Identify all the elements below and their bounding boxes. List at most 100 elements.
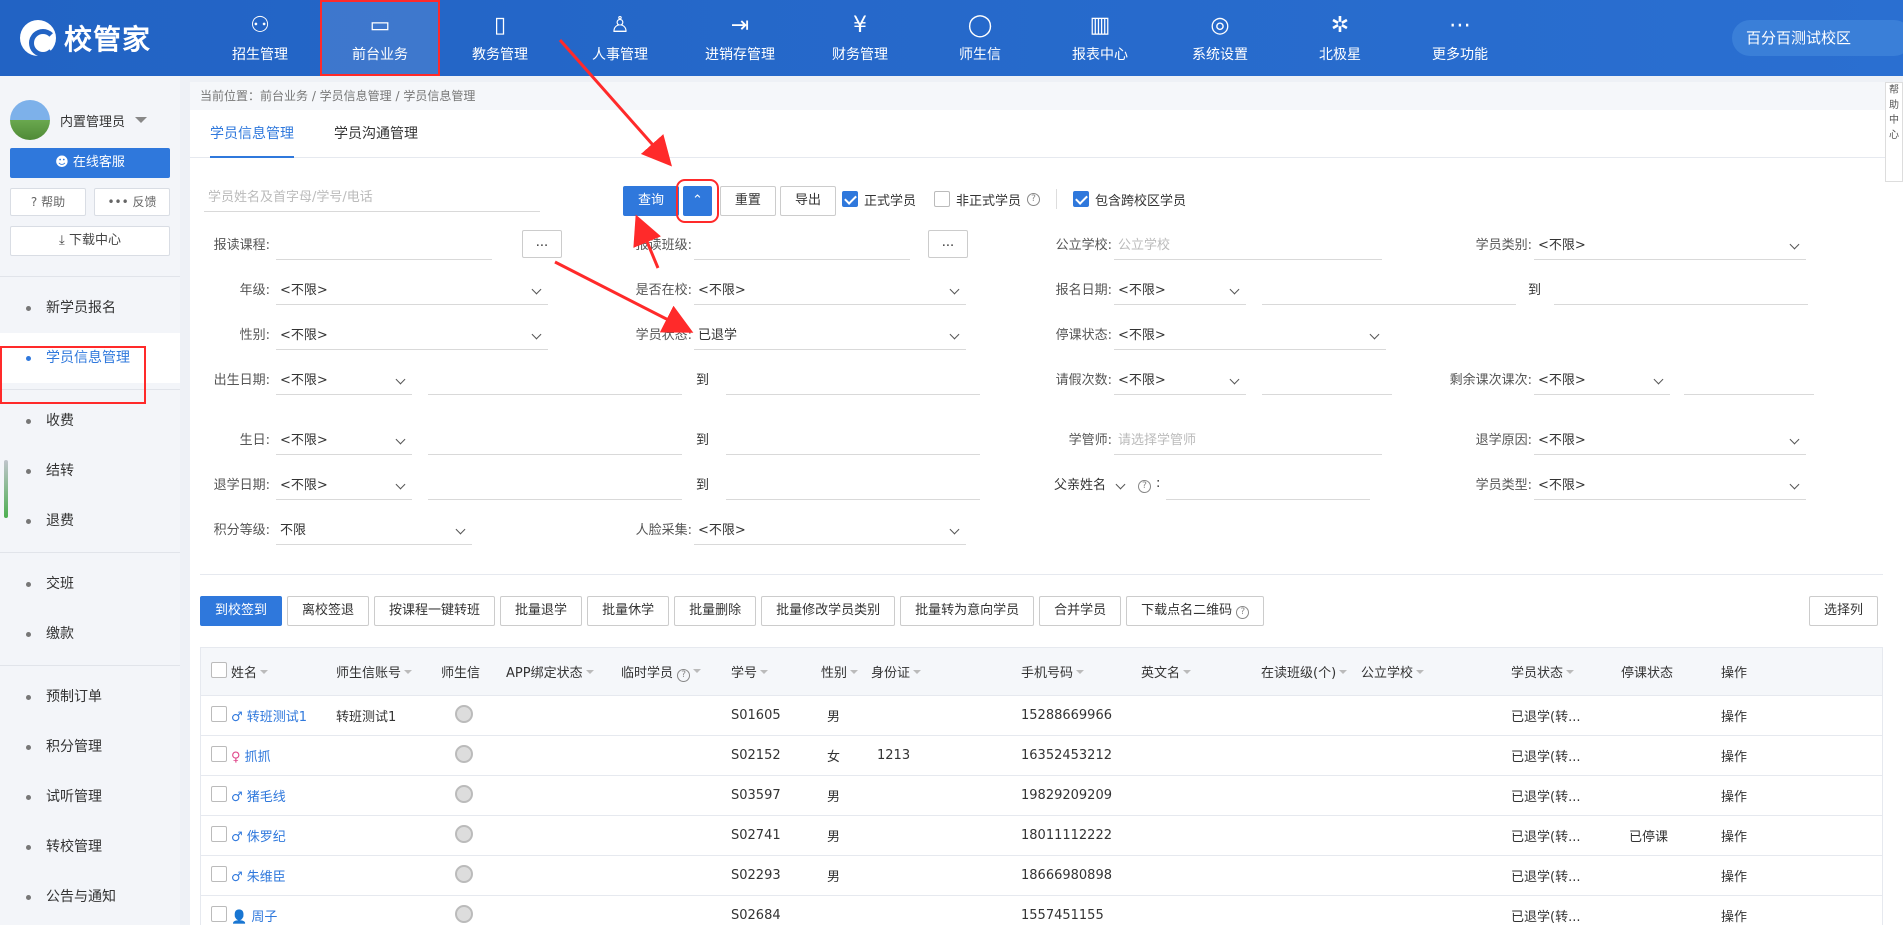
student-name-link[interactable]: 侏罗纪 [247,830,286,845]
row-checkbox[interactable] [211,825,227,842]
student-name-link[interactable]: 朱维臣 [247,870,286,885]
wechat-icon[interactable] [455,864,473,883]
birthday-start[interactable] [428,427,682,455]
nav-item-9[interactable]: ✲ 北极星 [1280,0,1400,76]
operation-button[interactable]: 操作 [1721,746,1801,765]
wechat-icon[interactable] [455,824,473,843]
action-button[interactable]: 按课程一键转班 [374,596,496,626]
operation-button[interactable]: 操作 [1721,786,1801,805]
leave-select[interactable]: <不限> [1114,367,1246,395]
select-columns-button[interactable]: 选择列 [1809,596,1879,626]
nav-item-8[interactable]: ◎ 系统设置 [1160,0,1280,76]
column-header[interactable]: 学员状态 [1511,662,1621,681]
action-button[interactable]: 离校签退 [287,596,370,626]
select-all-checkbox[interactable] [211,661,227,678]
action-button[interactable]: 合并学员 [1039,596,1122,626]
sidebar-item[interactable]: 试听管理 [0,772,180,822]
student-name-link[interactable]: 抓抓 [245,750,271,765]
sidebar-item[interactable]: 预制订单 [0,672,180,722]
column-header[interactable]: APP绑定状态 [506,662,621,681]
row-checkbox[interactable] [211,785,227,802]
sidebar-item[interactable]: 收费 [0,396,180,446]
sidebar-item[interactable]: 缴款 [0,609,180,659]
column-header[interactable]: 临时学员 ? [621,662,731,682]
row-checkbox[interactable] [211,705,227,722]
download-center-button[interactable]: ⤓ 下载中心 [10,226,170,256]
help-icon[interactable]: ? [1027,192,1041,206]
sidebar-item[interactable]: 公告与通知 [0,872,180,922]
school-input[interactable]: 公立学校 [1114,232,1382,260]
sidebar-item[interactable]: 学员信息管理 [0,333,180,383]
sidebar-item[interactable]: 结转 [0,446,180,496]
export-button[interactable]: 导出 [779,186,836,216]
column-header[interactable]: 在读班级(个) [1261,662,1361,681]
column-header[interactable]: 师生信 [441,662,506,681]
online-service-button[interactable]: ☻ 在线客服 [10,148,170,178]
points-select[interactable]: 不限 [276,517,472,545]
action-button[interactable]: 到校签到 [200,596,283,626]
action-button[interactable]: 下载点名二维码 ? [1126,596,1265,626]
leave-count[interactable] [1262,367,1392,395]
sidebar-item[interactable]: 转校管理 [0,822,180,872]
cross-campus-checkbox[interactable] [1073,191,1090,207]
signup-start[interactable] [1262,277,1516,305]
picker-button[interactable]: ... [928,230,968,258]
query-button[interactable]: 查询 [623,186,680,216]
nav-item-0[interactable]: ⚇ 招生管理 [200,0,320,76]
operation-button[interactable]: 操作 [1721,826,1801,845]
nav-item-1[interactable]: ▭ 前台业务 [320,0,440,76]
operation-button[interactable]: 操作 [1721,866,1801,885]
campus-selector[interactable]: 百分百测试校区 [1732,20,1903,56]
tab-student-communication[interactable]: 学员沟通管理 [334,110,418,158]
column-header[interactable]: 公立学校 [1361,662,1511,681]
face-select[interactable]: <不限> [694,517,966,545]
manager-input[interactable]: 请选择学管师 [1114,427,1382,455]
column-header[interactable]: 学号 [731,662,821,681]
column-header[interactable]: 师生信账号 [336,662,441,681]
father-name-input[interactable] [1166,472,1370,500]
wechat-icon[interactable] [455,904,473,923]
quitdate-range-select[interactable]: <不限> [276,472,412,500]
sidebar-item[interactable]: 交班 [0,559,180,609]
reset-button[interactable]: 重置 [719,186,776,216]
column-header[interactable]: 身份证 [871,662,1021,681]
help-icon[interactable]: ? [1138,480,1151,493]
birthday-end[interactable] [726,427,980,455]
informal-checkbox[interactable] [934,191,951,207]
quitreason-select[interactable]: <不限> [1534,427,1806,455]
suspend-select[interactable]: <不限> [1114,322,1386,350]
formal-checkbox[interactable] [842,191,858,207]
search-input[interactable]: 学员姓名及首字母/学号/电话 [204,184,540,212]
column-header[interactable]: 手机号码 [1021,662,1141,681]
status-select[interactable]: 已退学 [694,322,966,350]
sidebar-scrollbar[interactable] [4,460,8,518]
row-checkbox[interactable] [211,865,227,882]
action-button[interactable]: 批量修改学员类别 [761,596,896,626]
birthdate-range-select[interactable]: <不限> [276,367,412,395]
gender-select[interactable]: <不限> [276,322,548,350]
class-input[interactable] [694,232,910,260]
birthdate-start[interactable] [428,367,682,395]
remain-count[interactable] [1684,367,1814,395]
sidebar-item[interactable]: 新学员报名 [0,283,180,333]
column-header[interactable]: 英文名 [1141,662,1261,681]
quitdate-end[interactable] [726,472,980,500]
action-button[interactable]: 批量转为意向学员 [900,596,1035,626]
birthdate-end[interactable] [726,367,980,395]
course-input[interactable] [276,232,492,260]
student-name-link[interactable]: 转班测试1 [247,710,307,725]
action-button[interactable]: 批量删除 [674,596,757,626]
inschool-select[interactable]: <不限> [694,277,966,305]
student-type-select[interactable]: <不限> [1534,472,1806,500]
row-checkbox[interactable] [211,745,227,762]
wechat-icon[interactable] [455,704,473,723]
help-button[interactable]: ? 帮助 [10,188,86,216]
sidebar-item[interactable]: 积分管理 [0,722,180,772]
signup-end[interactable] [1554,277,1808,305]
nav-item-3[interactable]: ♙ 人事管理 [560,0,680,76]
operation-button[interactable]: 操作 [1721,706,1801,725]
chevron-down-icon[interactable] [135,117,148,129]
column-header[interactable]: 操作 [1721,662,1801,681]
picker-button[interactable]: ... [522,230,562,258]
birthday-range-select[interactable]: <不限> [276,427,412,455]
